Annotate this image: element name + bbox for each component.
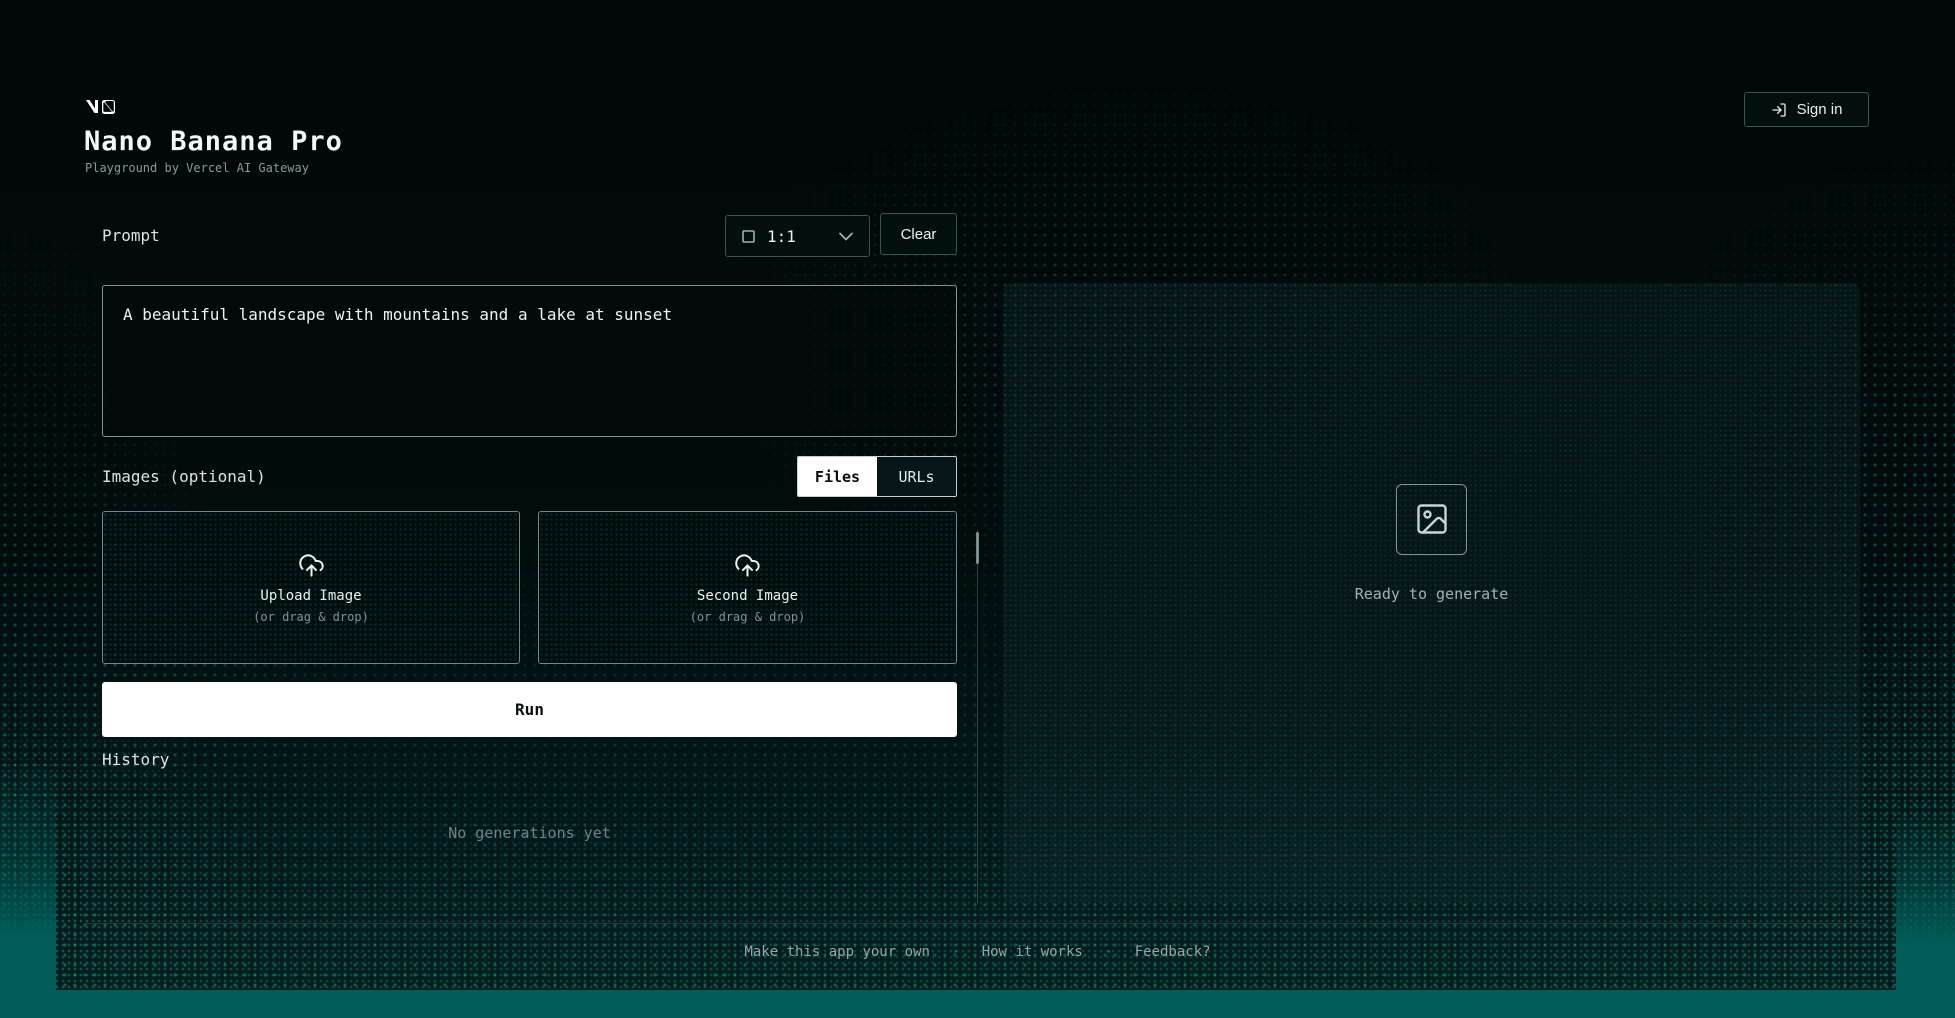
- square-aspect-icon: [742, 230, 755, 243]
- history-empty-message: No generations yet: [102, 824, 957, 842]
- footer-separator: ·: [1105, 945, 1113, 960]
- output-status-text: Ready to generate: [1355, 585, 1509, 603]
- clear-button[interactable]: Clear: [880, 213, 957, 255]
- panel-resize-divider[interactable]: [977, 530, 978, 903]
- teal-bottom-bar: [0, 990, 1955, 1018]
- footer-divider: [84, 923, 1869, 924]
- upload-slot-title: Upload Image: [260, 588, 361, 604]
- image-source-toggle: Files URLs: [797, 456, 957, 497]
- output-placeholder: Ready to generate: [1355, 484, 1509, 603]
- page-subtitle: Playground by Vercel AI Gateway: [85, 161, 309, 175]
- cloud-upload-icon: [734, 552, 761, 579]
- aspect-ratio-select[interactable]: 1:1: [725, 215, 870, 257]
- teal-edge-right: [1896, 805, 1955, 990]
- second-image-dropzone[interactable]: Second Image (or drag & drop): [538, 511, 957, 664]
- image-icon: [1414, 501, 1450, 537]
- sign-in-button[interactable]: Sign in: [1744, 92, 1869, 127]
- prompt-textarea[interactable]: A beautiful landscape with mountains and…: [102, 285, 957, 437]
- image-placeholder-box: [1396, 484, 1467, 555]
- footer-link-make-this-app[interactable]: Make this app your own: [744, 944, 929, 960]
- upload-slot-hint: (or drag & drop): [690, 610, 806, 624]
- prompt-label: Prompt: [102, 226, 160, 245]
- footer-separator: ·: [952, 945, 960, 960]
- history-label: History: [102, 750, 169, 769]
- upload-slot-title: Second Image: [697, 588, 798, 604]
- output-panel: Ready to generate: [1003, 283, 1860, 903]
- chevron-down-icon: [839, 232, 853, 241]
- footer-link-how-it-works[interactable]: How it works: [982, 944, 1083, 960]
- tab-urls[interactable]: URLs: [877, 457, 956, 496]
- tab-files[interactable]: Files: [798, 457, 877, 496]
- sign-in-label: Sign in: [1797, 101, 1843, 118]
- page-background: Nano Banana Pro Playground by Vercel AI …: [0, 0, 1955, 1018]
- page-title: Nano Banana Pro: [84, 126, 343, 157]
- images-section-label: Images (optional): [102, 467, 266, 486]
- cloud-upload-icon: [298, 552, 325, 579]
- upload-slot-hint: (or drag & drop): [253, 610, 369, 624]
- aspect-ratio-value: 1:1: [767, 227, 796, 246]
- footer-link-feedback[interactable]: Feedback?: [1135, 944, 1211, 960]
- divider-drag-handle[interactable]: [976, 532, 979, 564]
- upload-image-dropzone[interactable]: Upload Image (or drag & drop): [102, 511, 520, 664]
- footer: Make this app your own · How it works · …: [0, 944, 1955, 960]
- v0-logo-icon: [86, 99, 116, 115]
- log-in-icon: [1771, 102, 1787, 118]
- run-button[interactable]: Run: [102, 682, 957, 737]
